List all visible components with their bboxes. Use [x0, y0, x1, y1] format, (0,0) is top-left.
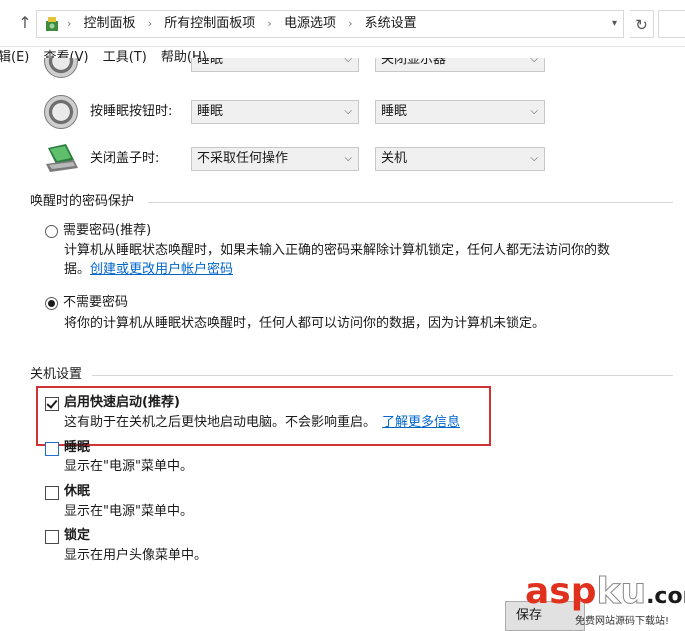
require-password-radio[interactable]	[45, 225, 58, 238]
no-password-radio[interactable]	[45, 297, 58, 310]
power-button-plugged-select[interactable]: 关闭显示器 ⌵	[375, 58, 545, 72]
crumb-control-panel[interactable]: 控制面板	[84, 16, 136, 31]
chevron-right-icon: ›	[267, 17, 272, 30]
shutdown-section-title: 关机设置	[30, 367, 83, 382]
hibernate-label[interactable]: 休眠	[64, 483, 90, 501]
breadcrumb: › 控制面板 › 所有控制面板项 › 电源选项 › 系统设置	[67, 11, 417, 37]
watermark: aspku.com 免费网站源码下载站!	[525, 571, 685, 631]
require-password-label[interactable]: 需要密码(推荐)	[63, 222, 151, 240]
lock-checkbox[interactable]	[45, 530, 59, 544]
chevron-down-icon: ⌵	[530, 153, 538, 164]
chevron-down-icon: ⌵	[344, 153, 352, 164]
sleep-button-battery-select[interactable]: 睡眠 ⌵	[191, 100, 359, 124]
address-bar: ↑ › 控制面板 › 所有控制面板项 › 电源选项 › 系统设置 ▾ ↻	[0, 0, 685, 47]
sleep-button-plugged-select[interactable]: 睡眠 ⌵	[375, 100, 545, 124]
power-button-row: 睡眠 ⌵ 关闭显示器 ⌵	[0, 58, 685, 80]
chevron-right-icon: ›	[67, 17, 72, 30]
no-password-desc: 将你的计算机从睡眠状态唤醒时，任何人都可以访问你的数据，因为计算机未锁定。	[64, 316, 546, 331]
chevron-right-icon: ›	[147, 17, 153, 30]
lock-desc: 显示在用户头像菜单中。	[64, 548, 208, 563]
hibernate-desc: 显示在"电源"菜单中。	[64, 504, 193, 519]
power-button-icon	[44, 58, 78, 78]
require-password-desc: 计算机从睡眠状态唤醒时，如果未输入正确的密码来解除计算机锁定，任何人都无法访问你…	[64, 243, 611, 258]
password-section-title: 唤醒时的密码保护	[30, 194, 135, 209]
require-password-desc-line2: 据。创建或更改用户帐户密码	[64, 262, 234, 277]
watermark-subtitle: 免费网站源码下载站!	[575, 616, 670, 627]
chevron-down-icon[interactable]: ▾	[612, 11, 617, 37]
lid-close-battery-select[interactable]: 不采取任何操作 ⌵	[191, 147, 359, 171]
sleep-desc: 显示在"电源"菜单中。	[64, 459, 193, 474]
crumb-power-options[interactable]: 电源选项	[284, 16, 336, 31]
lock-label[interactable]: 锁定	[64, 527, 90, 545]
hibernate-checkbox[interactable]	[45, 486, 59, 500]
arrow-up-icon[interactable]: ↑	[16, 13, 34, 33]
chevron-down-icon: ⌵	[344, 106, 352, 117]
crumb-all-items[interactable]: 所有控制面板项	[164, 16, 255, 31]
chevron-down-icon: ⌵	[530, 106, 538, 117]
section-divider	[148, 202, 673, 203]
watermark-logo: aspku.com	[525, 571, 685, 612]
sleep-button-label: 按睡眠按钮时:	[90, 104, 173, 119]
laptop-lid-icon	[46, 144, 78, 172]
change-password-link[interactable]: 创建或更改用户帐户密码	[90, 262, 233, 277]
fast-startup-checkbox[interactable]	[45, 397, 59, 411]
section-divider	[92, 375, 673, 376]
crumb-system-settings[interactable]: 系统设置	[365, 16, 417, 31]
sleep-button-icon	[44, 95, 78, 129]
power-button-battery-select[interactable]: 睡眠 ⌵	[191, 58, 359, 72]
control-panel-icon	[46, 17, 58, 31]
learn-more-link[interactable]: 了解更多信息	[382, 415, 460, 430]
no-password-label[interactable]: 不需要密码	[63, 294, 128, 312]
sleep-checkbox[interactable]	[45, 442, 59, 456]
refresh-icon[interactable]: ↻	[630, 10, 654, 38]
lid-close-plugged-select[interactable]: 关机 ⌵	[375, 147, 545, 171]
sleep-label[interactable]: 睡眠	[64, 439, 90, 457]
search-box[interactable]	[658, 10, 685, 38]
fast-startup-desc: 这有助于在关机之后更快地启动电脑。不会影响重启。 了解更多信息	[64, 415, 461, 430]
chevron-right-icon: ›	[348, 17, 353, 30]
address-box[interactable]: › 控制面板 › 所有控制面板项 › 电源选项 › 系统设置 ▾	[36, 10, 624, 38]
lid-close-label: 关闭盖子时:	[90, 151, 160, 166]
fast-startup-label[interactable]: 启用快速启动(推荐)	[64, 394, 180, 412]
